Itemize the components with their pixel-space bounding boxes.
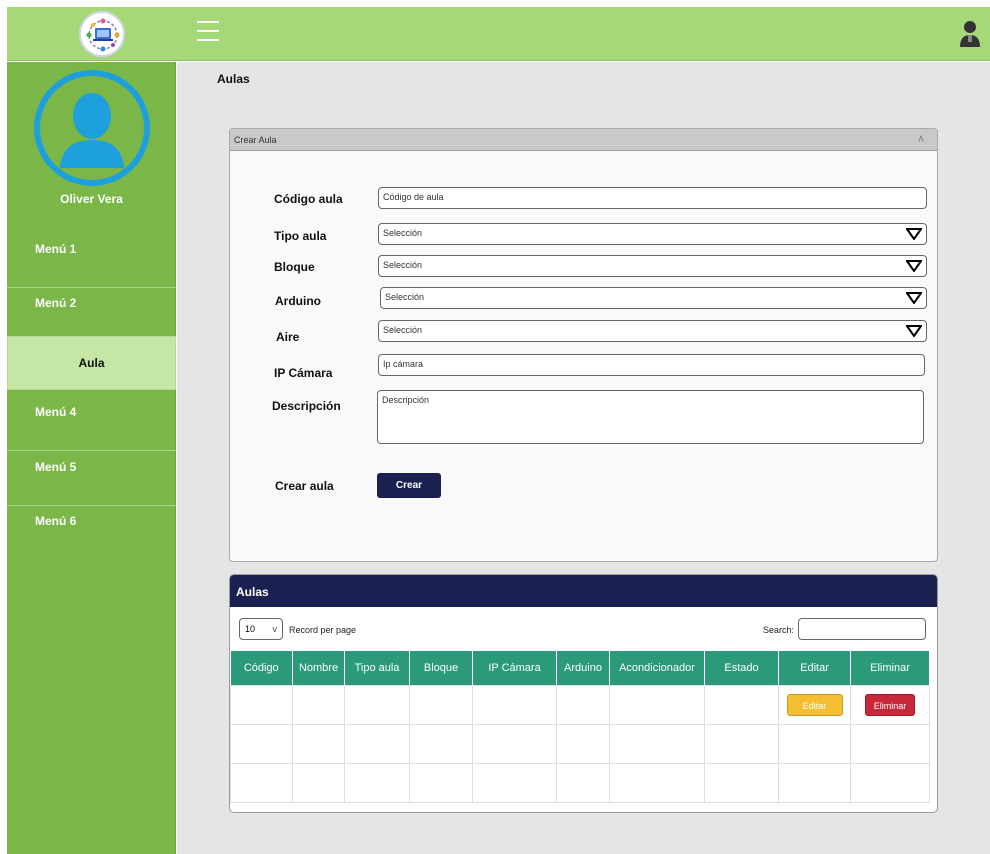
sidebar-item-menu-1[interactable]: Menú 1 [7, 234, 176, 288]
create-aula-panel: Crear Aula ∧ Código aula Código de aula … [229, 128, 938, 562]
col-arduino[interactable]: Arduino [556, 651, 610, 685]
records-per-page-label: Record per page [289, 625, 357, 635]
table-cell [778, 762, 851, 803]
table-row [230, 762, 930, 803]
arduino-value: Selección [385, 292, 425, 302]
aire-value: Selección [383, 325, 423, 335]
table-cell [292, 762, 345, 803]
chevron-down-icon [906, 292, 922, 304]
table-row [230, 723, 930, 764]
bloque-value: Selección [383, 260, 423, 270]
table-cell [704, 762, 779, 803]
table-cell [704, 723, 779, 764]
chevron-down-icon: v [272, 624, 278, 634]
chevron-down-icon [906, 260, 922, 272]
arduino-select[interactable]: Selección [380, 287, 927, 309]
col-codigo[interactable]: Código [230, 651, 293, 685]
delete-button[interactable]: Eliminar [865, 693, 915, 716]
col-estado[interactable]: Estado [704, 651, 779, 685]
table-cell [609, 762, 705, 803]
table-cell [472, 762, 557, 803]
col-acondicionador[interactable]: Acondicionador [609, 651, 705, 685]
search-input[interactable] [798, 618, 926, 640]
table-panel-title: Aulas [230, 575, 937, 607]
sidebar-item-menu-2[interactable]: Menú 2 [7, 288, 176, 342]
tipo-aula-select[interactable]: Selección [378, 223, 927, 245]
table-cell [344, 762, 410, 803]
table-cell [292, 684, 345, 725]
table-cell [292, 723, 345, 764]
table-cell [609, 723, 705, 764]
table-cell [344, 684, 410, 725]
col-ip-camara[interactable]: IP Cámara [472, 651, 557, 685]
table-cell: Eliminar [850, 684, 930, 725]
chevron-down-icon [906, 325, 922, 337]
tipo-aula-value: Selección [383, 228, 423, 238]
sidebar-item-menu-4[interactable]: Menú 4 [7, 397, 176, 451]
main-content: Aulas Crear Aula ∧ Código aula Código de… [177, 62, 990, 854]
table-cell [230, 723, 293, 764]
aire-select[interactable]: Selección [378, 320, 927, 342]
table-cell [556, 723, 610, 764]
table-cell [609, 684, 705, 725]
chevron-down-icon [906, 228, 922, 240]
descripcion-textarea[interactable]: Descripción [377, 390, 924, 444]
table-row: Editar Eliminar [230, 684, 930, 725]
col-bloque[interactable]: Bloque [409, 651, 473, 685]
edit-button[interactable]: Editar [786, 693, 843, 716]
col-nombre[interactable]: Nombre [292, 651, 345, 685]
panel-header[interactable]: Crear Aula ∧ [230, 129, 937, 151]
table-cell [556, 762, 610, 803]
sidebar-item-menu-5[interactable]: Menú 5 [7, 452, 176, 506]
table-cell [230, 684, 293, 725]
tipo-aula-label: Tipo aula [274, 229, 327, 243]
page-title: Aulas [217, 72, 250, 86]
descripcion-label: Descripción [272, 399, 341, 413]
records-per-page-value: 10 [245, 624, 256, 634]
aire-label: Aire [276, 330, 300, 344]
table-cell [704, 684, 779, 725]
user-name: Oliver Vera [60, 192, 123, 206]
table-cell: Editar [778, 684, 851, 725]
codigo-aula-label: Código aula [274, 192, 343, 206]
ip-camara-label: IP Cámara [274, 366, 333, 380]
col-editar: Editar [778, 651, 851, 685]
crear-button[interactable]: Crear [377, 473, 441, 498]
records-per-page-select[interactable]: 10 v [239, 618, 283, 640]
table-cell [850, 762, 930, 803]
arduino-label: Arduino [275, 294, 321, 308]
sidebar: Oliver Vera Menú 1 Menú 2 Aula Menú 4 Me… [7, 62, 176, 854]
col-eliminar: Eliminar [850, 651, 930, 685]
table-cell [778, 723, 851, 764]
sidebar-item-menu-6[interactable]: Menú 6 [7, 506, 176, 560]
user-account-icon[interactable] [958, 19, 982, 51]
bloque-label: Bloque [274, 260, 315, 274]
table-cell [230, 762, 293, 803]
codigo-aula-input[interactable]: Código de aula [378, 187, 927, 209]
aulas-table: Código Nombre Tipo aula Bloque IP Cámara… [230, 651, 930, 803]
col-tipo-aula[interactable]: Tipo aula [344, 651, 410, 685]
table-cell [409, 723, 473, 764]
aulas-table-panel: Aulas 10 v Record per page Search: Códig… [229, 574, 938, 813]
table-cell [344, 723, 410, 764]
table-cell [472, 684, 557, 725]
crear-aula-label: Crear aula [275, 479, 334, 493]
bloque-select[interactable]: Selección [378, 255, 927, 277]
top-bar [7, 7, 990, 61]
search-label: Search: [763, 625, 795, 635]
hamburger-menu-icon[interactable] [197, 21, 219, 43]
collapse-icon[interactable]: ∧ [917, 132, 925, 145]
table-cell [556, 684, 610, 725]
ip-camara-input[interactable]: Ip cámara [378, 354, 925, 376]
table-cell [472, 723, 557, 764]
table-cell [409, 762, 473, 803]
panel-title: Crear Aula [234, 135, 277, 145]
avatar [34, 70, 150, 186]
table-cell [850, 723, 930, 764]
user-silhouette-icon [60, 93, 124, 168]
network-devices-logo-icon[interactable] [79, 11, 125, 57]
sidebar-item-aula[interactable]: Aula [7, 336, 176, 390]
table-cell [409, 684, 473, 725]
table-header-row: Código Nombre Tipo aula Bloque IP Cámara… [230, 651, 930, 685]
